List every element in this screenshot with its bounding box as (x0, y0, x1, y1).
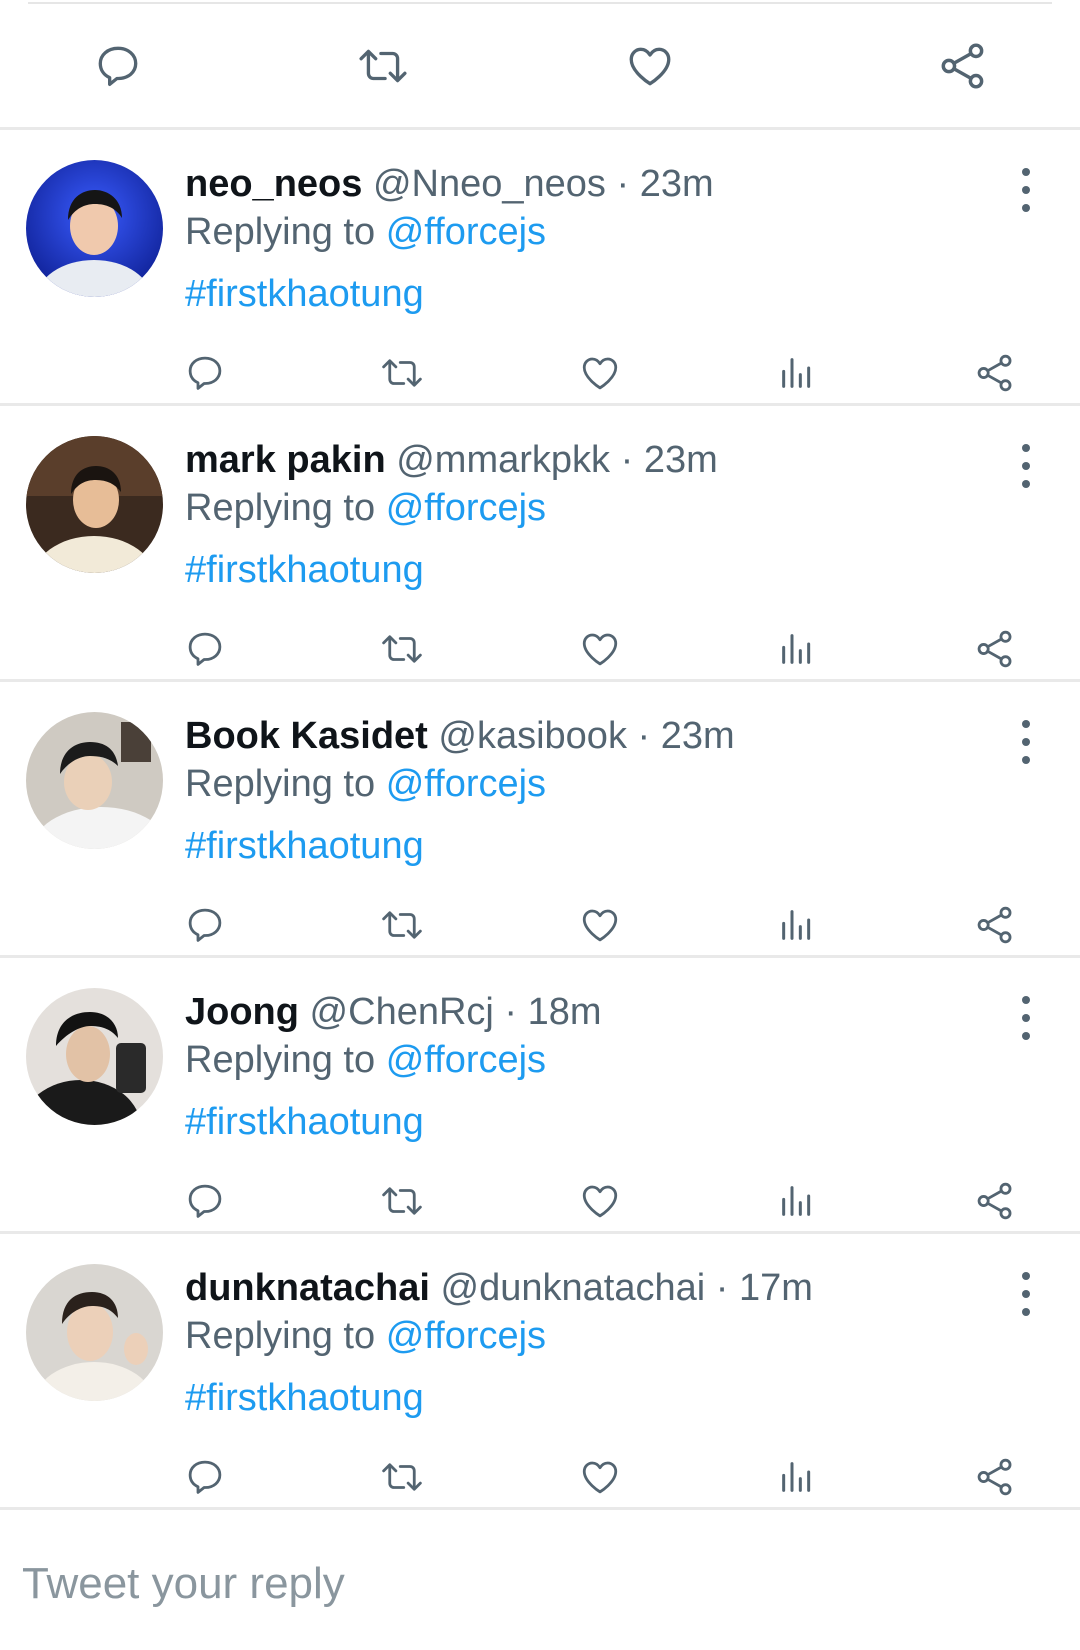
hashtag-link[interactable]: #firstkhaotung (185, 270, 990, 318)
display-name[interactable]: Book Kasidet (185, 715, 428, 757)
replying-to-label: Replying to (185, 1315, 376, 1357)
user-handle[interactable]: @dunknatachai (441, 1267, 706, 1309)
tweet-actions (0, 900, 1080, 950)
tweet-item[interactable]: dunknatachai @dunknatachai · 17m Replyin… (0, 1234, 1080, 1510)
replying-to-label: Replying to (185, 211, 376, 253)
reply-composer (0, 1524, 1080, 1650)
display-name[interactable]: neo_neos (185, 163, 362, 205)
timestamp: 18m (527, 991, 602, 1033)
like-icon[interactable] (575, 1452, 625, 1502)
mention-link[interactable]: @fforcejs (386, 211, 546, 253)
mention-link[interactable]: @fforcejs (386, 1039, 546, 1081)
tweet-actions (0, 1176, 1080, 1226)
tweet-actions (0, 1452, 1080, 1502)
timestamp: 23m (639, 163, 714, 205)
display-name[interactable]: dunknatachai (185, 1267, 430, 1309)
retweet-icon[interactable] (355, 38, 411, 94)
share-icon[interactable] (970, 900, 1020, 950)
tweet-actions (0, 624, 1080, 674)
mention-link[interactable]: @fforcejs (386, 487, 546, 529)
tweet-item[interactable]: neo_neos @Nneo_neos · 23m Replying to @f… (0, 130, 1080, 406)
like-icon[interactable] (575, 900, 625, 950)
main-tweet-actions (0, 0, 1080, 130)
replying-to-label: Replying to (185, 1039, 376, 1081)
user-handle[interactable]: @kasibook (438, 715, 627, 757)
retweet-icon[interactable] (377, 1176, 427, 1226)
analytics-icon[interactable] (772, 1176, 822, 1226)
hashtag-link[interactable]: #firstkhaotung (185, 1098, 990, 1146)
user-handle[interactable]: @ChenRcj (310, 991, 494, 1033)
retweet-icon[interactable] (377, 1452, 427, 1502)
reply-icon[interactable] (90, 38, 146, 94)
analytics-icon[interactable] (772, 624, 822, 674)
mention-link[interactable]: @fforcejs (386, 763, 546, 805)
hashtag-link[interactable]: #firstkhaotung (185, 1374, 990, 1422)
replying-to-label: Replying to (185, 487, 376, 529)
like-icon[interactable] (575, 624, 625, 674)
tweet-item[interactable]: Book Kasidet @kasibook · 23m Replying to… (0, 682, 1080, 958)
retweet-icon[interactable] (377, 348, 427, 398)
more-options-icon[interactable] (1014, 996, 1038, 1040)
like-icon[interactable] (575, 1176, 625, 1226)
retweet-icon[interactable] (377, 900, 427, 950)
user-handle[interactable]: @mmarkpkk (396, 439, 610, 481)
reply-icon[interactable] (180, 1176, 230, 1226)
timestamp: 17m (738, 1267, 813, 1309)
user-handle[interactable]: @Nneo_neos (373, 163, 606, 205)
analytics-icon[interactable] (772, 348, 822, 398)
mention-link[interactable]: @fforcejs (386, 1315, 546, 1357)
share-icon[interactable] (935, 38, 991, 94)
analytics-icon[interactable] (772, 900, 822, 950)
like-icon[interactable] (575, 348, 625, 398)
share-icon[interactable] (970, 1176, 1020, 1226)
share-icon[interactable] (970, 624, 1020, 674)
share-icon[interactable] (970, 1452, 1020, 1502)
avatar[interactable] (26, 160, 163, 297)
reply-input[interactable] (22, 1544, 1022, 1624)
hashtag-link[interactable]: #firstkhaotung (185, 546, 990, 594)
like-icon[interactable] (622, 38, 678, 94)
reply-icon[interactable] (180, 624, 230, 674)
retweet-icon[interactable] (377, 624, 427, 674)
tweet-actions (0, 348, 1080, 398)
avatar[interactable] (26, 436, 163, 573)
avatar[interactable] (26, 712, 163, 849)
avatar[interactable] (26, 988, 163, 1125)
more-options-icon[interactable] (1014, 444, 1038, 488)
more-options-icon[interactable] (1014, 168, 1038, 212)
display-name[interactable]: mark pakin (185, 439, 386, 481)
avatar[interactable] (26, 1264, 163, 1401)
tweet-item[interactable]: Joong @ChenRcj · 18m Replying to @fforce… (0, 958, 1080, 1234)
analytics-icon[interactable] (772, 1452, 822, 1502)
reply-icon[interactable] (180, 900, 230, 950)
hashtag-link[interactable]: #firstkhaotung (185, 822, 990, 870)
timestamp: 23m (660, 715, 735, 757)
share-icon[interactable] (970, 348, 1020, 398)
display-name[interactable]: Joong (185, 991, 299, 1033)
timestamp: 23m (643, 439, 718, 481)
replying-to-label: Replying to (185, 763, 376, 805)
more-options-icon[interactable] (1014, 1272, 1038, 1316)
more-options-icon[interactable] (1014, 720, 1038, 764)
reply-icon[interactable] (180, 1452, 230, 1502)
tweet-item[interactable]: mark pakin @mmarkpkk · 23m Replying to @… (0, 406, 1080, 682)
reply-icon[interactable] (180, 348, 230, 398)
